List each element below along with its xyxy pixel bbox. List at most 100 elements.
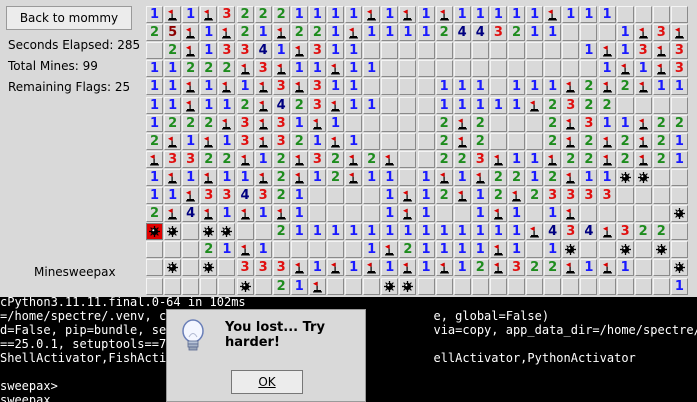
number-cell[interactable]: 1 bbox=[417, 205, 435, 223]
number-cell[interactable]: 4 bbox=[471, 24, 489, 42]
number-cell[interactable]: 1 bbox=[345, 132, 363, 150]
number-cell[interactable]: 4 bbox=[544, 223, 562, 241]
number-cell[interactable]: 1 bbox=[616, 259, 634, 277]
unrevealed-cell[interactable] bbox=[580, 24, 598, 42]
number-cell[interactable]: 1 bbox=[290, 187, 308, 204]
number-cell[interactable]: 3 bbox=[562, 96, 580, 114]
number-cell[interactable]: 1 bbox=[272, 42, 290, 60]
number-cell[interactable]: 1 bbox=[471, 6, 489, 23]
number-cell[interactable]: 2 bbox=[218, 60, 236, 78]
number-cell[interactable]: 1 bbox=[236, 78, 254, 96]
number-cell[interactable]: 3 bbox=[218, 6, 236, 23]
number-cell[interactable]: 1 bbox=[146, 6, 163, 23]
flag-icon[interactable] bbox=[634, 150, 652, 168]
number-cell[interactable]: 1 bbox=[218, 96, 236, 114]
flag-icon[interactable] bbox=[435, 6, 453, 23]
number-cell[interactable]: 1 bbox=[290, 277, 308, 295]
number-cell[interactable]: 2 bbox=[544, 132, 562, 150]
unrevealed-cell[interactable] bbox=[164, 277, 182, 295]
unrevealed-cell[interactable] bbox=[290, 241, 308, 259]
number-cell[interactable]: 2 bbox=[327, 168, 344, 186]
number-cell[interactable]: 2 bbox=[471, 114, 489, 132]
flag-icon[interactable] bbox=[598, 42, 616, 60]
unrevealed-cell[interactable] bbox=[381, 42, 399, 60]
flag-icon[interactable] bbox=[290, 78, 308, 96]
unrevealed-cell[interactable] bbox=[399, 114, 417, 132]
flag-icon[interactable] bbox=[562, 205, 580, 223]
unrevealed-cell[interactable] bbox=[562, 24, 580, 42]
number-cell[interactable]: 1 bbox=[363, 223, 381, 241]
flag-icon[interactable] bbox=[508, 187, 525, 204]
mine-icon[interactable] bbox=[616, 241, 634, 259]
unrevealed-cell[interactable] bbox=[417, 114, 435, 132]
number-cell[interactable]: 1 bbox=[417, 168, 435, 186]
number-cell[interactable]: 1 bbox=[435, 96, 453, 114]
number-cell[interactable]: 2 bbox=[508, 24, 525, 42]
flag-icon[interactable] bbox=[598, 223, 616, 241]
flag-icon[interactable] bbox=[164, 205, 182, 223]
number-cell[interactable]: 3 bbox=[598, 187, 616, 204]
number-cell[interactable]: 2 bbox=[670, 114, 688, 132]
number-cell[interactable]: 4 bbox=[182, 205, 200, 223]
number-cell[interactable]: 3 bbox=[544, 187, 562, 204]
flag-icon[interactable] bbox=[345, 150, 363, 168]
unrevealed-cell[interactable] bbox=[453, 277, 471, 295]
number-cell[interactable]: 2 bbox=[453, 150, 471, 168]
flag-icon[interactable] bbox=[562, 168, 580, 186]
flag-icon[interactable] bbox=[254, 132, 272, 150]
number-cell[interactable]: 2 bbox=[218, 150, 236, 168]
number-cell[interactable]: 1 bbox=[544, 241, 562, 259]
unrevealed-cell[interactable] bbox=[453, 42, 471, 60]
number-cell[interactable]: 1 bbox=[164, 78, 182, 96]
number-cell[interactable]: 3 bbox=[634, 42, 652, 60]
flag-icon[interactable] bbox=[453, 187, 471, 204]
number-cell[interactable]: 2 bbox=[272, 187, 290, 204]
number-cell[interactable]: 1 bbox=[508, 96, 525, 114]
unrevealed-cell[interactable] bbox=[580, 205, 598, 223]
unrevealed-cell[interactable] bbox=[544, 277, 562, 295]
mine-icon[interactable] bbox=[236, 277, 254, 295]
number-cell[interactable]: 1 bbox=[580, 259, 598, 277]
number-cell[interactable]: 1 bbox=[508, 78, 525, 96]
unrevealed-cell[interactable] bbox=[580, 60, 598, 78]
number-cell[interactable]: 3 bbox=[508, 259, 525, 277]
number-cell[interactable]: 1 bbox=[327, 42, 344, 60]
unrevealed-cell[interactable] bbox=[146, 42, 163, 60]
flag-icon[interactable] bbox=[670, 24, 688, 42]
number-cell[interactable]: 2 bbox=[290, 96, 308, 114]
unrevealed-cell[interactable] bbox=[634, 187, 652, 204]
unrevealed-cell[interactable] bbox=[435, 277, 453, 295]
number-cell[interactable]: 1 bbox=[670, 78, 688, 96]
unrevealed-cell[interactable] bbox=[616, 187, 634, 204]
number-cell[interactable]: 3 bbox=[254, 60, 272, 78]
unrevealed-cell[interactable] bbox=[327, 205, 344, 223]
unrevealed-cell[interactable] bbox=[453, 60, 471, 78]
number-cell[interactable]: 2 bbox=[435, 187, 453, 204]
number-cell[interactable]: 1 bbox=[526, 24, 544, 42]
mine-icon[interactable] bbox=[652, 241, 670, 259]
number-cell[interactable]: 1 bbox=[526, 78, 544, 96]
unrevealed-cell[interactable] bbox=[526, 42, 544, 60]
number-cell[interactable]: 1 bbox=[327, 223, 344, 241]
number-cell[interactable]: 1 bbox=[164, 187, 182, 204]
number-cell[interactable]: 1 bbox=[616, 24, 634, 42]
mine-icon[interactable] bbox=[218, 223, 236, 241]
number-cell[interactable]: 1 bbox=[363, 96, 381, 114]
number-cell[interactable]: 1 bbox=[526, 6, 544, 23]
number-cell[interactable]: 2 bbox=[146, 205, 163, 223]
number-cell[interactable]: 1 bbox=[471, 187, 489, 204]
flag-icon[interactable] bbox=[254, 114, 272, 132]
unrevealed-cell[interactable] bbox=[634, 205, 652, 223]
number-cell[interactable]: 3 bbox=[200, 187, 218, 204]
unrevealed-cell[interactable] bbox=[616, 96, 634, 114]
number-cell[interactable]: 1 bbox=[453, 259, 471, 277]
number-cell[interactable]: 3 bbox=[471, 150, 489, 168]
unrevealed-cell[interactable] bbox=[544, 42, 562, 60]
flag-icon[interactable] bbox=[200, 205, 218, 223]
number-cell[interactable]: 1 bbox=[308, 168, 326, 186]
number-cell[interactable]: 2 bbox=[616, 150, 634, 168]
unrevealed-cell[interactable] bbox=[616, 6, 634, 23]
unrevealed-cell[interactable] bbox=[146, 277, 163, 295]
unrevealed-cell[interactable] bbox=[381, 78, 399, 96]
flag-icon[interactable] bbox=[146, 150, 163, 168]
